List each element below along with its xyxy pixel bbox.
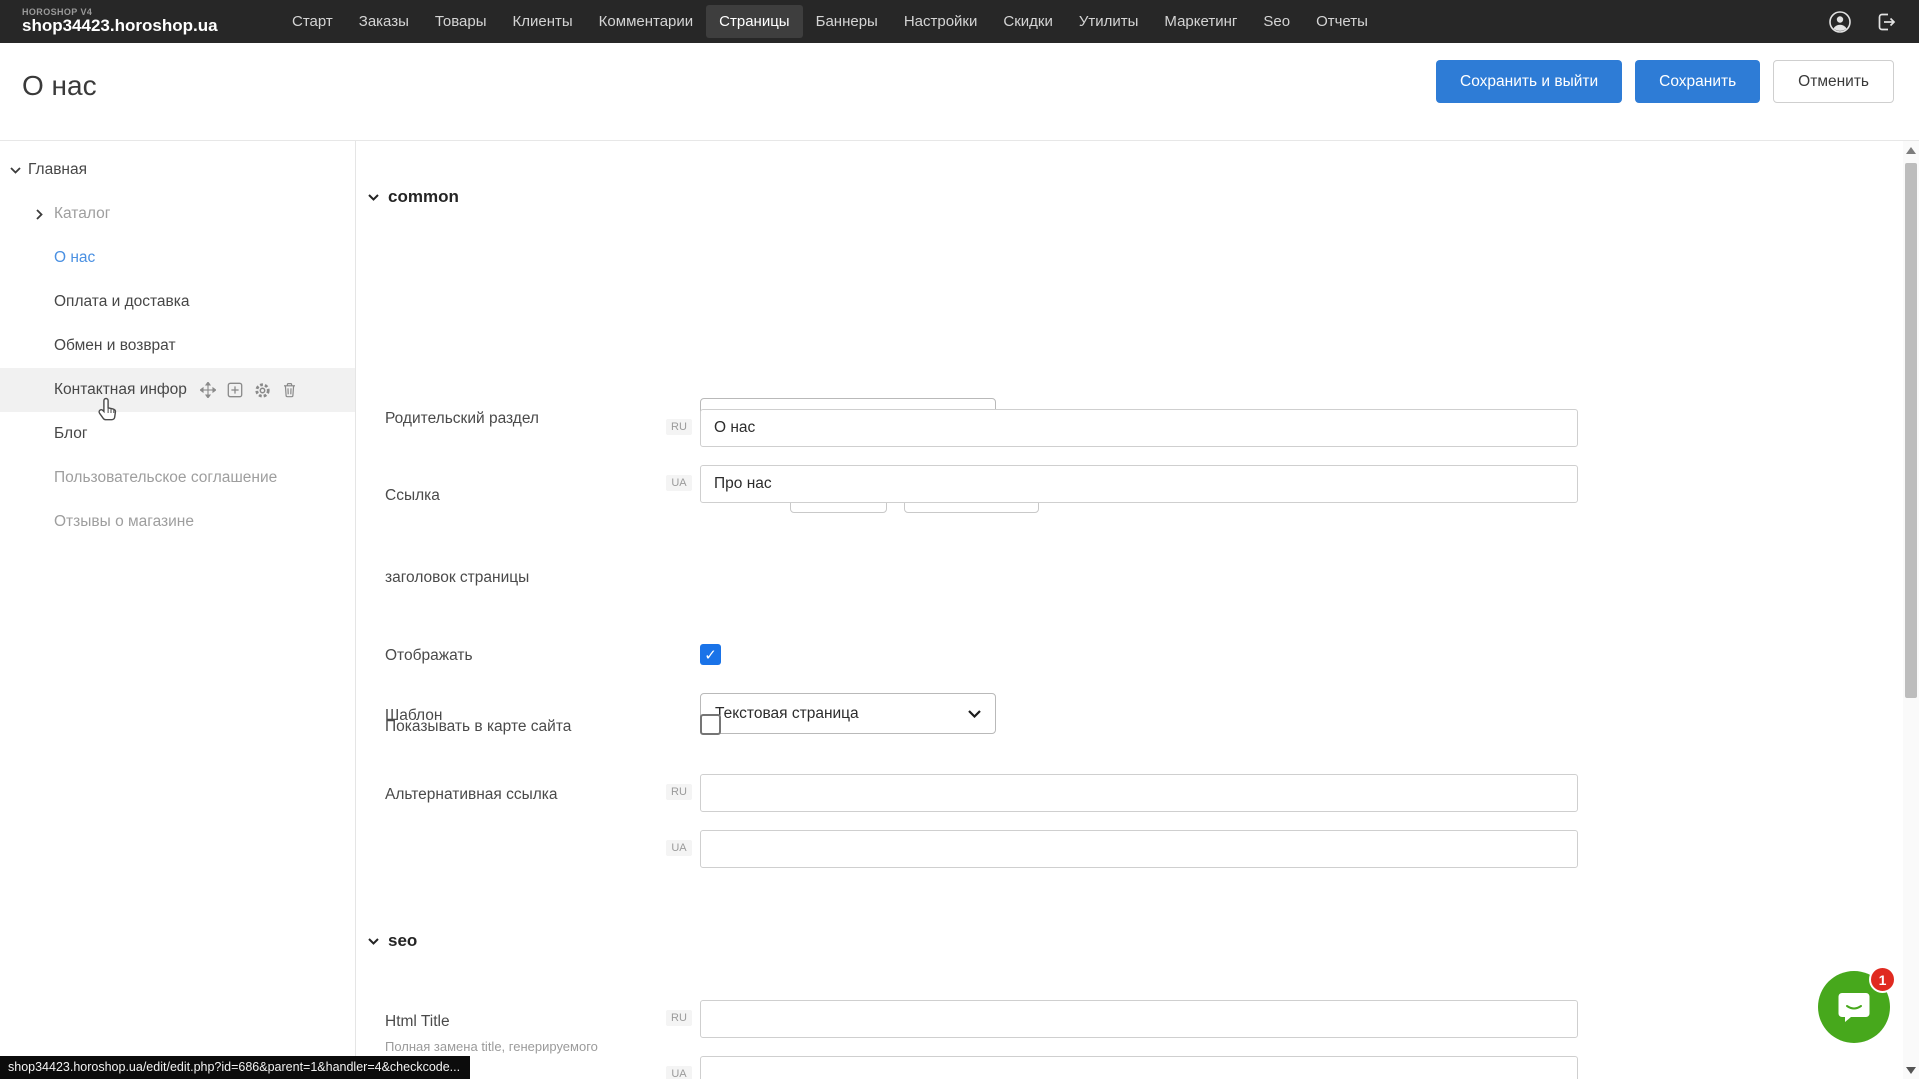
vertical-scrollbar[interactable]	[1903, 141, 1919, 1079]
lang-tag-ru: RU	[666, 784, 692, 800]
menu-item-orders[interactable]: Заказы	[346, 5, 422, 38]
tree-item-label: Каталог	[54, 205, 110, 223]
header-buttons: Сохранить и выйти Сохранить Отменить	[1436, 60, 1894, 103]
page-title-ru-input[interactable]	[700, 409, 1578, 447]
tree-item-about-us-selected[interactable]: О нас	[0, 236, 355, 280]
tree-item-exchange-return[interactable]: Обмен и возврат	[0, 324, 355, 368]
pages-tree-sidebar: Главная Каталог О нас Оплата и доставка …	[0, 141, 356, 1079]
parent-section-label: Родительский раздел	[385, 410, 539, 428]
menu-item-marketing[interactable]: Маркетинг	[1151, 5, 1250, 38]
tree-item-label: Блог	[54, 425, 88, 443]
tree-item-actions	[200, 382, 297, 399]
page-edit-form: common Родительский раздел Главная Ссылк…	[357, 141, 1903, 1079]
menu-item-utilities[interactable]: Утилиты	[1066, 5, 1152, 38]
lang-tag-ru: RU	[666, 1010, 692, 1026]
section-common[interactable]: common	[368, 187, 459, 207]
tree-item-catalog[interactable]: Каталог	[0, 192, 355, 236]
tree-item-store-reviews[interactable]: Отзывы о магазине	[0, 500, 355, 544]
html-title-label: Html Title	[385, 1013, 450, 1031]
lang-tag-ua: UA	[666, 1066, 692, 1079]
section-common-label: common	[388, 187, 459, 207]
cancel-button[interactable]: Отменить	[1773, 60, 1894, 103]
tree-item-label: Главная	[28, 161, 87, 179]
chevron-right-icon[interactable]	[36, 209, 54, 220]
link-label: Ссылка	[385, 487, 440, 505]
page-title-ua-input[interactable]	[700, 465, 1578, 503]
tree-item-blog[interactable]: Блог	[0, 412, 355, 456]
page-title: О нас	[22, 70, 97, 102]
scroll-up-arrow-icon[interactable]	[1906, 147, 1916, 154]
sitemap-label: Показывать в карте сайта	[385, 718, 571, 736]
tree-item-label: О нас	[54, 249, 95, 267]
save-button[interactable]: Сохранить	[1635, 60, 1760, 103]
html-title-ua-input[interactable]	[700, 1056, 1578, 1079]
tree-item-label: Пользовательское соглашение	[54, 469, 277, 487]
mouse-cursor-hand	[96, 397, 120, 424]
tree-item-label: Обмен и возврат	[54, 337, 176, 355]
scroll-down-arrow-icon[interactable]	[1906, 1067, 1916, 1074]
menu-item-discounts[interactable]: Скидки	[990, 5, 1065, 38]
menu-item-seo[interactable]: Seo	[1250, 5, 1303, 38]
menu-item-banners[interactable]: Баннеры	[803, 5, 891, 38]
chevron-down-icon[interactable]	[10, 167, 28, 174]
link-status-bar: shop34423.horoshop.ua/edit/edit.php?id=6…	[0, 1056, 470, 1079]
display-checkbox[interactable]	[700, 644, 721, 665]
logo[interactable]: HOROSHOP V4 shop34423.horoshop.ua	[22, 8, 277, 35]
display-label: Отображать	[385, 647, 473, 665]
tree-item-label: Оплата и доставка	[54, 293, 190, 311]
chat-bubble-icon	[1835, 989, 1873, 1025]
settings-gear-icon[interactable]	[254, 382, 271, 399]
chevron-down-icon	[968, 710, 981, 718]
menu-item-pages[interactable]: Страницы	[706, 5, 802, 38]
html-title-ru-input[interactable]	[700, 1000, 1578, 1038]
lang-tag-ua: UA	[666, 840, 692, 856]
tree-item-label: Контактная инфор	[54, 381, 187, 399]
menu-item-products[interactable]: Товары	[422, 5, 500, 38]
logo-shop-name: shop34423.horoshop.ua	[22, 17, 277, 35]
page-title-label: заголовок страницы	[385, 569, 529, 587]
menu-item-comments[interactable]: Комментарии	[586, 5, 706, 38]
move-icon[interactable]	[200, 382, 216, 398]
alt-link-ua-input[interactable]	[700, 830, 1578, 868]
tree-item-user-agreement[interactable]: Пользовательское соглашение	[0, 456, 355, 500]
alt-link-ru-input[interactable]	[700, 774, 1578, 812]
template-value: Текстовая страница	[715, 705, 859, 723]
chat-unread-badge: 1	[1869, 966, 1896, 993]
save-and-exit-button[interactable]: Сохранить и выйти	[1436, 60, 1622, 103]
chat-widget-button[interactable]: 1	[1818, 971, 1890, 1043]
user-account-icon[interactable]	[1827, 9, 1853, 35]
add-page-icon[interactable]	[227, 382, 243, 398]
chevron-down-icon	[368, 938, 379, 945]
template-select[interactable]: Текстовая страница	[700, 693, 996, 734]
top-navigation-bar: HOROSHOP V4 shop34423.horoshop.ua Старт …	[0, 0, 1919, 43]
menu-item-settings[interactable]: Настройки	[891, 5, 991, 38]
tree-item-contact-info[interactable]: Контактная инфор	[0, 368, 355, 412]
tree-item-home[interactable]: Главная	[0, 148, 355, 192]
sitemap-checkbox[interactable]	[700, 714, 721, 735]
lang-tag-ua: UA	[666, 475, 692, 491]
section-seo[interactable]: seo	[368, 931, 417, 951]
menu-item-clients[interactable]: Клиенты	[500, 5, 586, 38]
lang-tag-ru: RU	[666, 419, 692, 435]
alt-link-label: Альтернативная ссылка	[385, 786, 558, 804]
menu-item-start[interactable]: Старт	[279, 5, 346, 38]
section-seo-label: seo	[388, 931, 417, 951]
html-title-hint: Полная замена title, генерируемого	[385, 1039, 598, 1054]
menu-item-reports[interactable]: Отчеты	[1303, 5, 1381, 38]
tree-item-payment-delivery[interactable]: Оплата и доставка	[0, 280, 355, 324]
topbar-icons	[1827, 9, 1899, 35]
main-menu: Старт Заказы Товары Клиенты Комментарии …	[279, 5, 1381, 38]
page-header: О нас Сохранить и выйти Сохранить Отмени…	[0, 43, 1919, 141]
scrollbar-thumb[interactable]	[1905, 163, 1917, 698]
chevron-down-icon	[368, 194, 379, 201]
tree-item-label: Отзывы о магазине	[54, 513, 194, 531]
logout-icon[interactable]	[1873, 9, 1899, 35]
delete-trash-icon[interactable]	[282, 382, 297, 398]
